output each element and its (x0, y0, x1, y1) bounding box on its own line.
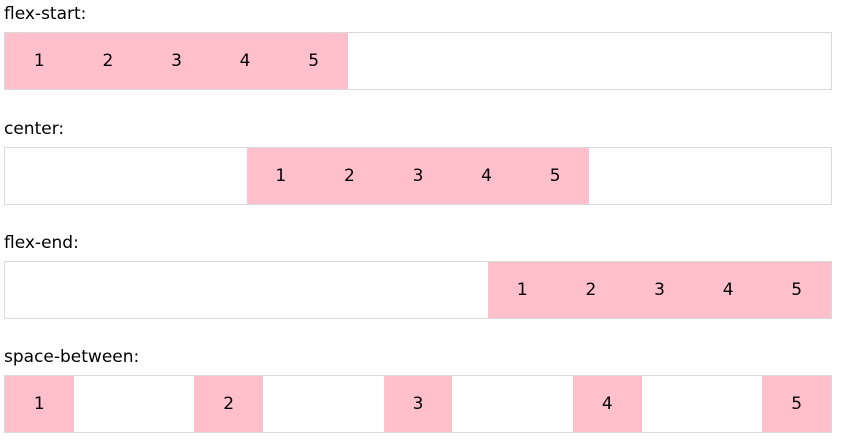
demo-label: flex-end: (4, 233, 79, 253)
flex-item: 4 (693, 262, 763, 318)
demo-label: space-between: (4, 347, 140, 367)
flex-item: 5 (762, 262, 831, 318)
demo-center: center: 1 2 3 4 5 (4, 119, 832, 205)
flex-item: 2 (315, 148, 384, 204)
flex-item: 4 (452, 148, 521, 204)
flex-container: 1 2 3 4 5 (4, 32, 832, 90)
flex-item: 3 (383, 376, 453, 432)
flex-item: 3 (142, 33, 211, 89)
flex-item: 4 (210, 33, 280, 89)
flex-item: 2 (73, 33, 143, 89)
flex-item: 1 (5, 33, 74, 89)
flex-container: 1 2 3 4 5 (4, 375, 832, 433)
flex-item: 5 (520, 148, 590, 204)
flex-item: 1 (246, 148, 316, 204)
flex-item: 5 (279, 33, 348, 89)
flex-item: 5 (762, 376, 831, 432)
flex-container: 1 2 3 4 5 (4, 261, 832, 319)
flex-item: 2 (194, 376, 263, 432)
flex-item: 1 (5, 376, 74, 432)
flex-container: 1 2 3 4 5 (4, 147, 832, 205)
demo-label: flex-start: (4, 4, 87, 24)
flex-item: 1 (488, 262, 557, 318)
flex-item: 2 (556, 262, 626, 318)
demo-flex-end: flex-end: 1 2 3 4 5 (4, 233, 832, 319)
demo-flex-start: flex-start: 1 2 3 4 5 (4, 4, 832, 90)
demo-space-between: space-between: 1 2 3 4 5 (4, 347, 832, 433)
flex-item: 4 (573, 376, 642, 432)
flex-item: 3 (625, 262, 694, 318)
flex-item: 3 (383, 148, 453, 204)
demo-label: center: (4, 119, 65, 139)
